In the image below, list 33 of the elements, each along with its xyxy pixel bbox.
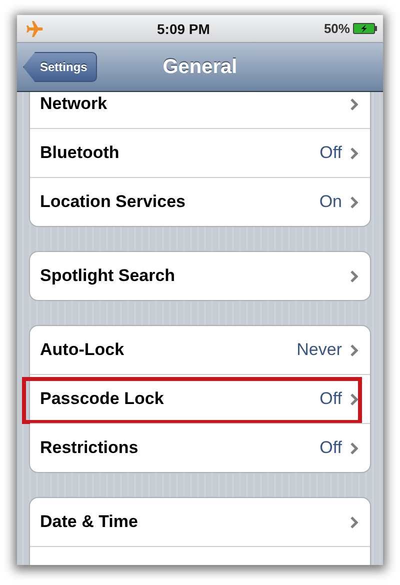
settings-row[interactable]: Passcode Lock Off <box>30 374 370 423</box>
chevron-icon <box>350 270 358 282</box>
row-value: Never <box>296 340 342 360</box>
battery-percentage: 50% <box>324 21 350 36</box>
row-label: Restrictions <box>40 438 140 458</box>
settings-row[interactable]: Location Services On <box>30 177 370 226</box>
row-label: Location Services <box>40 192 187 212</box>
row-value: Off <box>320 389 342 409</box>
row-label: Auto-Lock <box>40 340 126 360</box>
back-button[interactable]: Settings <box>23 52 98 82</box>
row-value: Off <box>320 438 342 458</box>
row-label: Passcode Lock <box>40 389 165 409</box>
chevron-icon <box>350 442 358 454</box>
settings-row[interactable]: Auto-Lock Never <box>30 326 370 374</box>
chevron-icon <box>350 516 358 528</box>
nav-title: General <box>162 56 238 78</box>
settings-row[interactable]: Network <box>30 92 370 128</box>
row-value: On <box>319 192 342 212</box>
chevron-icon <box>350 392 358 406</box>
row-label: Bluetooth <box>40 143 120 163</box>
row-value: Off <box>320 143 342 163</box>
chevron-icon <box>350 344 358 356</box>
chevron-icon <box>350 146 358 160</box>
settings-row[interactable]: Bluetooth Off <box>30 128 370 177</box>
settings-row[interactable]: Restrictions Off <box>30 423 370 472</box>
row-label: Spotlight Search <box>40 266 176 286</box>
chevron-icon <box>350 98 358 110</box>
settings-row[interactable]: Date & Time <box>30 498 370 546</box>
row-label: Date & Time <box>40 512 139 532</box>
chevron-icon <box>350 196 358 208</box>
settings-row[interactable]: Spotlight Search <box>30 252 370 300</box>
row-label: Network <box>40 94 108 114</box>
status-time: 5:09 PM <box>157 20 210 36</box>
